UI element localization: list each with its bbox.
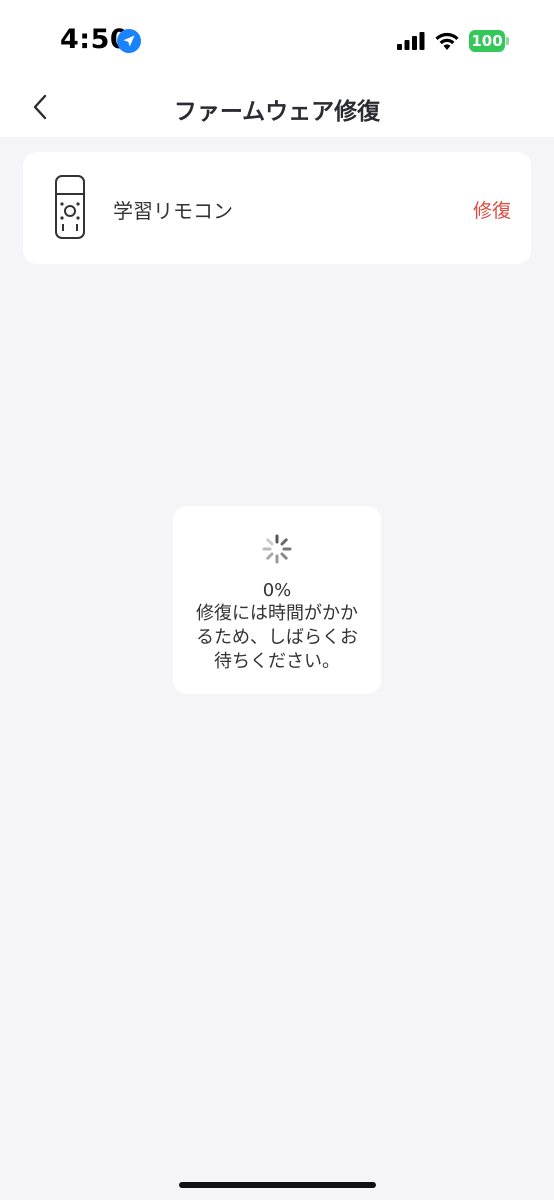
device-card: 学習リモコン 修復 <box>23 152 531 264</box>
nav-bar: ファームウェア修復 <box>0 80 554 137</box>
page-title: ファームウェア修復 <box>173 99 381 125</box>
status-bar: 4:50 100 <box>0 0 554 80</box>
home-indicator[interactable] <box>179 1182 376 1188</box>
loading-toast: 0% 修復には時間がかかるため、しばらくお待ちください。 <box>173 506 381 694</box>
cellular-signal-icon <box>397 32 425 50</box>
battery-icon: 100 <box>469 30 509 52</box>
repair-button[interactable]: 修復 <box>473 196 511 223</box>
progress-message: 修復には時間がかかるため、しばらくお待ちください。 <box>196 603 358 672</box>
wifi-icon <box>435 32 459 50</box>
remote-control-icon <box>55 175 85 239</box>
spinner-icon <box>262 534 292 564</box>
progress-percent: 0% <box>262 580 292 601</box>
device-name: 学習リモコン <box>113 199 233 223</box>
battery-tip <box>506 37 509 45</box>
battery-level: 100 <box>471 32 503 50</box>
location-arrow-icon <box>117 29 141 53</box>
screen: 4:50 100 ファームウェア修復 学習リモコン 修復 0% 修復には時間がか… <box>0 0 554 1200</box>
